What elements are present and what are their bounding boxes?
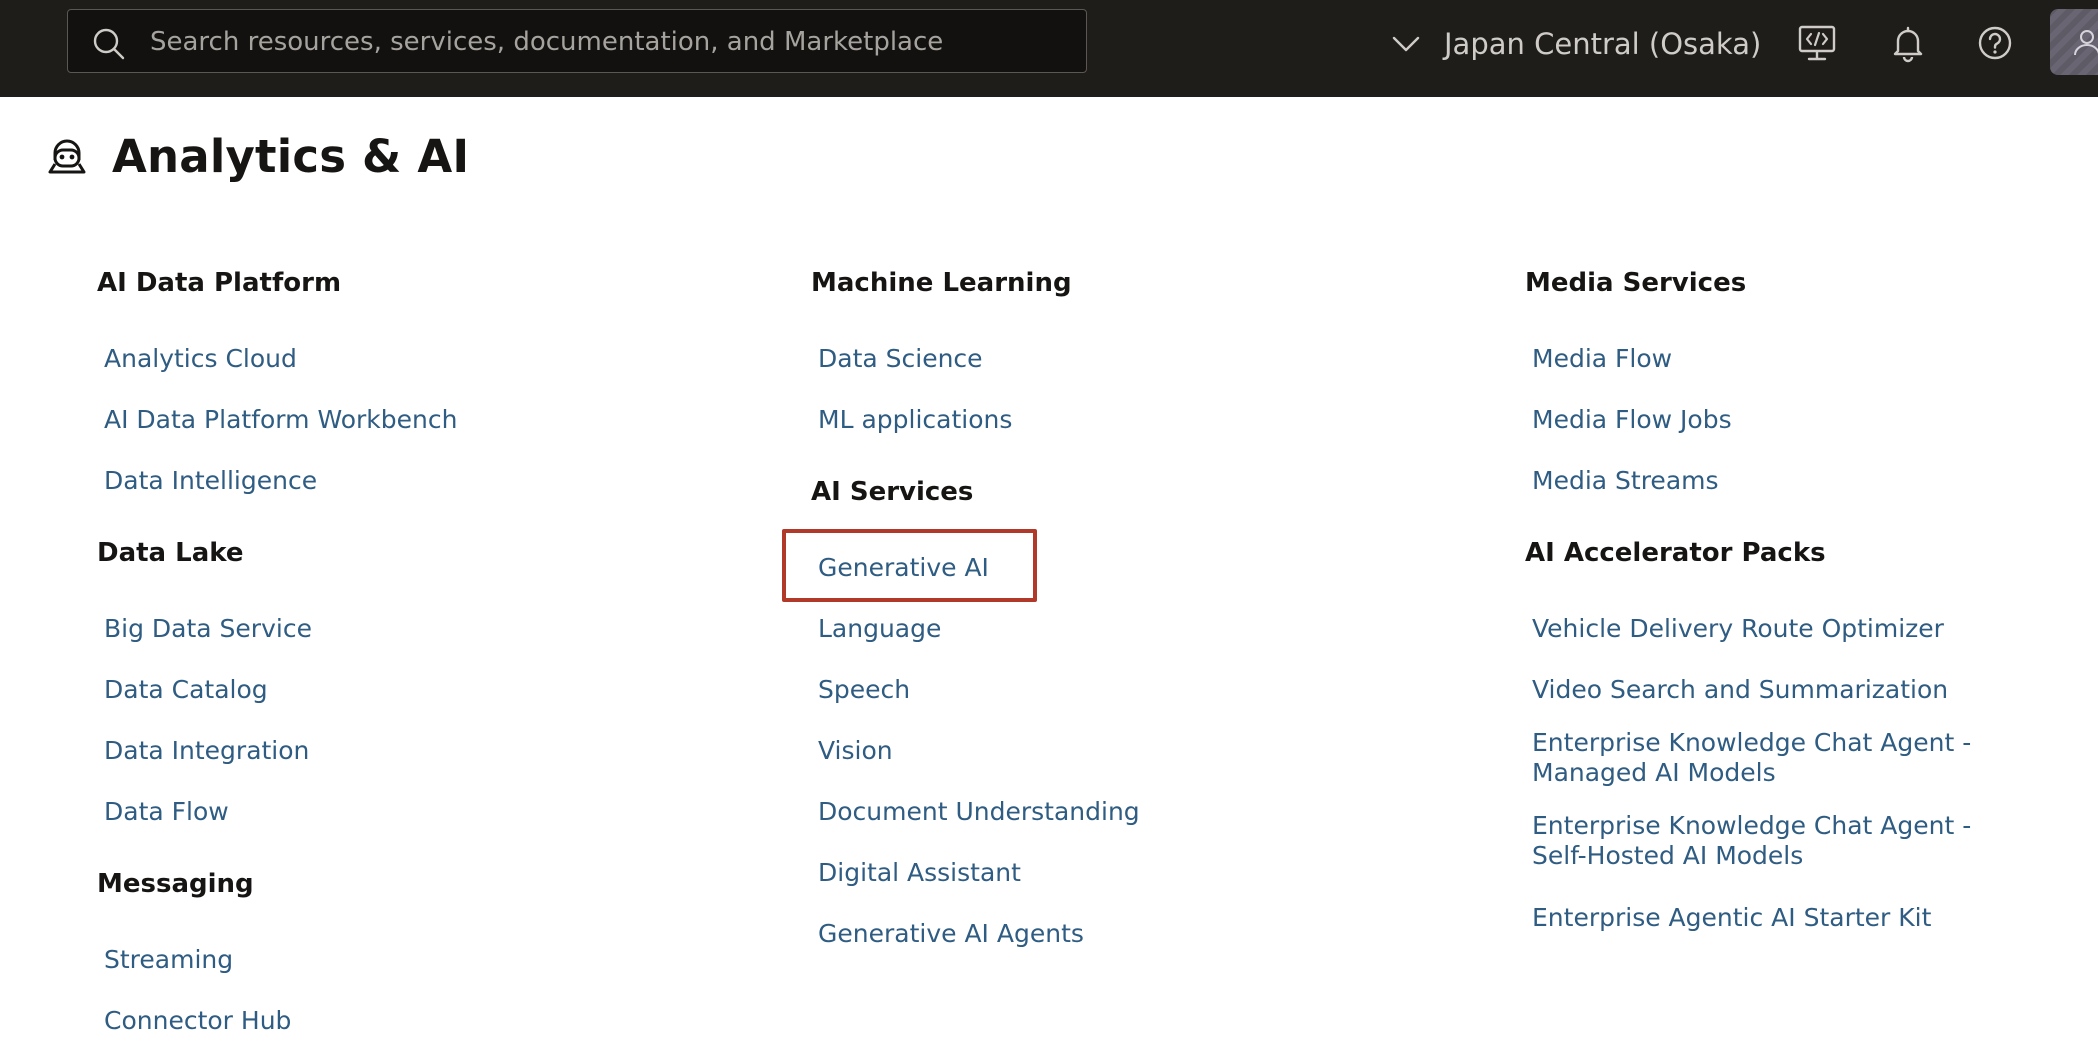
bell-icon[interactable]	[1887, 22, 1929, 64]
region-label: Japan Central (Osaka)	[1444, 27, 1762, 61]
link-data-catalog[interactable]: Data Catalog	[104, 675, 268, 705]
link-vision[interactable]: Vision	[818, 736, 893, 766]
link-connector-hub[interactable]: Connector Hub	[104, 1006, 291, 1036]
analytics-ai-icon	[48, 139, 86, 173]
link-ml-applications[interactable]: ML applications	[818, 405, 1012, 435]
search-input[interactable]	[148, 10, 1072, 74]
link-generative-ai[interactable]: Generative AI	[818, 553, 989, 583]
group-heading-messaging: Messaging	[97, 869, 254, 899]
link-enterprise-knowledge-chat-agent-managed[interactable]: Enterprise Knowledge Chat Agent - Manage…	[1532, 728, 2012, 788]
page-header: Analytics & AI	[46, 130, 469, 183]
group-heading-ai-services: AI Services	[811, 477, 974, 507]
link-digital-assistant[interactable]: Digital Assistant	[818, 858, 1021, 888]
developer-tools-icon[interactable]	[1796, 22, 1838, 64]
region-selector[interactable]: Japan Central (Osaka)	[1390, 19, 1761, 69]
link-big-data-service[interactable]: Big Data Service	[104, 614, 312, 644]
link-media-flow[interactable]: Media Flow	[1532, 344, 1672, 374]
link-enterprise-knowledge-chat-agent-self-hosted[interactable]: Enterprise Knowledge Chat Agent - Self-H…	[1532, 811, 2012, 871]
link-data-science[interactable]: Data Science	[818, 344, 983, 374]
link-data-intelligence[interactable]: Data Intelligence	[104, 466, 317, 496]
link-generative-ai-agents[interactable]: Generative AI Agents	[818, 919, 1084, 949]
group-heading-media-services: Media Services	[1525, 268, 1747, 298]
link-video-search-and-summarization[interactable]: Video Search and Summarization	[1532, 675, 1948, 705]
link-media-streams[interactable]: Media Streams	[1532, 466, 1719, 496]
link-vehicle-delivery-route-optimizer[interactable]: Vehicle Delivery Route Optimizer	[1532, 614, 1944, 644]
help-icon[interactable]	[1974, 22, 2016, 64]
group-heading-data-lake: Data Lake	[97, 538, 244, 568]
link-language[interactable]: Language	[818, 614, 941, 644]
link-analytics-cloud[interactable]: Analytics Cloud	[104, 344, 297, 374]
link-data-integration[interactable]: Data Integration	[104, 736, 309, 766]
group-heading-machine-learning: Machine Learning	[811, 268, 1072, 298]
group-heading-ai-data-platform: AI Data Platform	[97, 268, 342, 298]
page-title: Analytics & AI	[112, 130, 470, 183]
link-ai-data-platform-workbench[interactable]: AI Data Platform Workbench	[104, 405, 457, 435]
chevron-down-icon	[1392, 36, 1420, 52]
user-icon	[2074, 30, 2098, 56]
search-box[interactable]	[67, 9, 1087, 74]
link-media-flow-jobs[interactable]: Media Flow Jobs	[1532, 405, 1732, 435]
top-navigation-bar: Japan Central (Osaka)	[0, 0, 2098, 97]
search-icon	[93, 28, 125, 60]
group-heading-ai-accelerator-packs: AI Accelerator Packs	[1525, 538, 1826, 568]
link-data-flow[interactable]: Data Flow	[104, 797, 229, 827]
link-enterprise-agentic-ai-starter-kit[interactable]: Enterprise Agentic AI Starter Kit	[1532, 903, 1931, 933]
user-avatar[interactable]	[2050, 9, 2098, 75]
link-document-understanding[interactable]: Document Understanding	[818, 797, 1140, 827]
link-speech[interactable]: Speech	[818, 675, 910, 705]
link-streaming[interactable]: Streaming	[104, 945, 233, 975]
